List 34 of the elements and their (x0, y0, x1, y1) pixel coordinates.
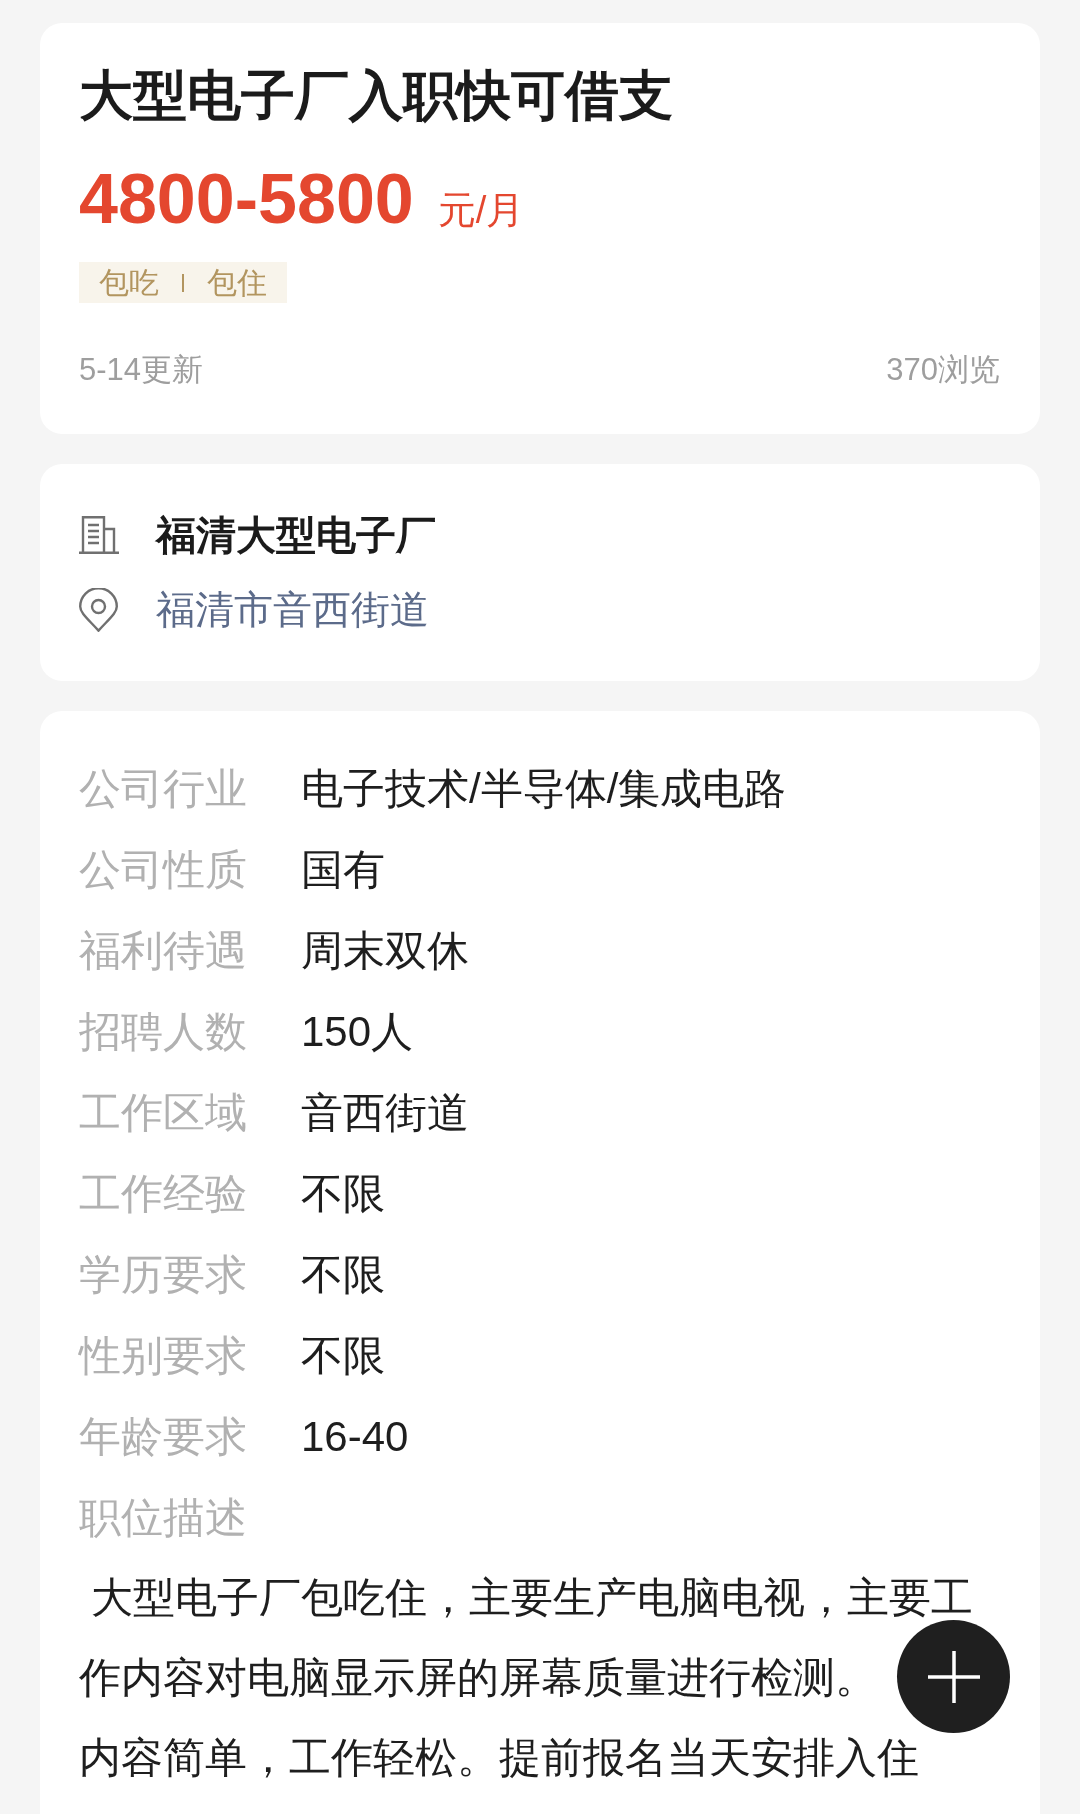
detail-label: 职位描述 (79, 1492, 247, 1543)
benefit-tag: 包住 (207, 264, 267, 301)
company-name: 福清大型电子厂 (156, 512, 436, 559)
salary-unit: 元/月 (437, 188, 525, 233)
view-count: 370浏览 (886, 351, 1000, 389)
plus-icon (927, 1650, 980, 1703)
description-line: 大型电子厂包吃住，主要生产电脑电视，主要工 (89, 1577, 973, 1619)
benefit-tag: 包吃 (99, 264, 159, 301)
detail-label: 公司行业 (79, 763, 247, 814)
company-address[interactable]: 福清市音西街道 (156, 586, 429, 634)
description-line: 内容简单，工作轻松。提前报名当天安排入住 (79, 1737, 919, 1779)
detail-label: 公司性质 (79, 844, 247, 895)
detail-value: 不限 (301, 1168, 385, 1219)
update-date: 5-14更新 (79, 351, 204, 389)
detail-label: 学历要求 (79, 1249, 247, 1300)
detail-value: 音西街道 (301, 1087, 469, 1138)
description-line: 作内容对电脑显示屏的屏幕质量进行检测。 (79, 1657, 877, 1699)
job-title: 大型电子厂入职快可借支 (79, 64, 673, 127)
detail-label: 工作区域 (79, 1087, 247, 1138)
detail-value: 16-40 (301, 1411, 409, 1462)
detail-value: 不限 (301, 1330, 385, 1381)
building-icon (79, 516, 119, 554)
detail-label: 年龄要求 (79, 1411, 247, 1462)
detail-value: 周末双休 (301, 925, 469, 976)
detail-label: 性别要求 (79, 1330, 247, 1381)
location-pin-icon (79, 588, 118, 632)
detail-value: 国有 (301, 844, 385, 895)
salary-amount: 4800-5800 (79, 163, 414, 235)
detail-label: 招聘人数 (79, 1006, 247, 1057)
detail-label: 工作经验 (79, 1168, 247, 1219)
detail-value: 电子技术/半导体/集成电路 (301, 763, 787, 814)
detail-value: 150人 (301, 1006, 414, 1057)
detail-label: 福利待遇 (79, 925, 247, 976)
detail-value: 不限 (301, 1249, 385, 1300)
